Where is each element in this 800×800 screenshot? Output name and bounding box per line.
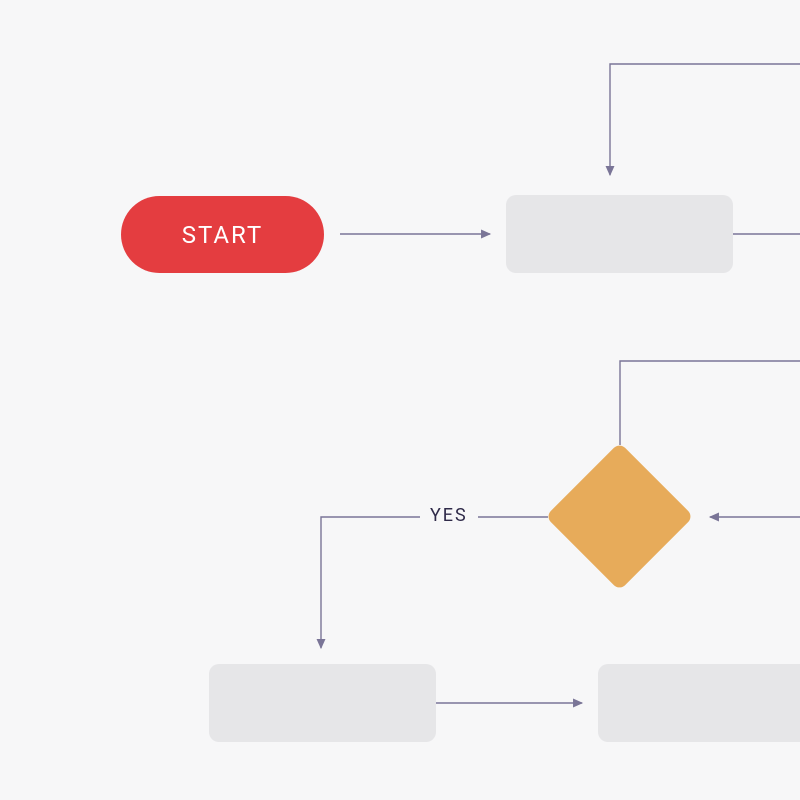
process-node-top[interactable] [506,195,733,273]
decision-node[interactable] [545,442,694,591]
edge-decision-north [620,361,800,445]
edge-label-yes: YES [420,505,478,526]
start-node[interactable]: START [121,196,324,273]
start-label: START [182,221,263,249]
edge-into-process-top [610,64,800,175]
process-node-bottom-right[interactable] [598,664,800,742]
edge-decision-yes [321,517,548,648]
process-node-bottom-left[interactable] [209,664,436,742]
decision-diamond-shape [545,442,693,590]
